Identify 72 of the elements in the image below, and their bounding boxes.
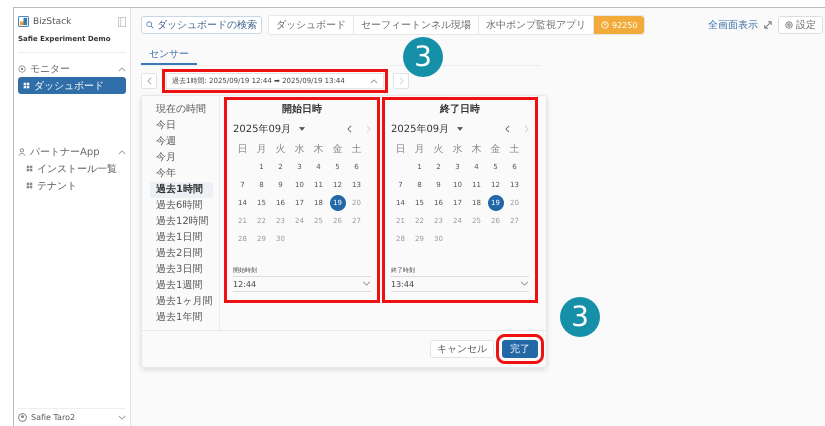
preset-option[interactable]: 過去3日間 (150, 262, 213, 278)
done-button[interactable]: 完了 (502, 340, 538, 358)
preset-option[interactable]: 今日 (150, 118, 213, 134)
preset-option[interactable]: 今月 (150, 150, 213, 166)
nav-item[interactable]: テナント (18, 177, 126, 194)
calendar-title: 開始日時 (281, 102, 323, 116)
caret-icon[interactable] (299, 127, 306, 131)
weekday-label: 金 (490, 143, 500, 156)
breadcrumb-item[interactable]: ダッシュボード (269, 16, 354, 34)
grid-icon (26, 165, 33, 172)
brand-name: BizStack (33, 16, 72, 26)
fullscreen-link[interactable]: 全画面表示 (708, 18, 758, 32)
preset-option[interactable]: 過去1時間 (150, 182, 213, 198)
grid-icon (23, 82, 30, 89)
collapse-icon[interactable] (118, 16, 126, 26)
weekday-label: 金 (332, 143, 342, 156)
section-label[interactable]: パートナーApp (30, 145, 114, 159)
caret-icon[interactable] (457, 127, 464, 131)
expand-icon[interactable] (764, 21, 772, 29)
grid-icon (26, 182, 33, 189)
preset-option[interactable]: 過去6時間 (150, 198, 213, 214)
chevron-icon (370, 78, 378, 84)
weekday-label: 木 (472, 142, 482, 156)
preset-option[interactable]: 過去1週間 (150, 278, 213, 294)
weekday-label: 日 (238, 143, 248, 156)
weekday-label: 水 (452, 142, 462, 156)
previous-button[interactable] (141, 73, 157, 89)
section-label[interactable]: モニター (30, 62, 114, 76)
weekday-label: 木 (314, 142, 324, 156)
weekday-label: 月 (256, 143, 266, 156)
weekday-label: 土 (352, 142, 362, 156)
chevron-left-icon[interactable] (347, 125, 352, 133)
preset-option[interactable]: 過去2日間 (150, 246, 213, 262)
chevron-icon[interactable] (520, 280, 529, 286)
nav-item[interactable]: ダッシュボード (18, 77, 126, 94)
preset-option[interactable]: 過去1年間 (150, 310, 213, 326)
weekday-label: 火 (434, 142, 444, 156)
chevron-right-icon (398, 77, 404, 85)
preset-option[interactable]: 現在の時間 (150, 102, 213, 118)
breadcrumb-item[interactable]: セーフィートンネル現場 (354, 16, 479, 34)
chevron-icon[interactable] (118, 415, 126, 420)
weekday-label: 月 (414, 143, 424, 156)
month-selector[interactable]: 2025年09月 (391, 122, 450, 136)
preset-option[interactable]: 過去1ヶ月間 (150, 294, 213, 310)
chevron-icon[interactable] (118, 66, 126, 72)
dashboard-search-button[interactable]: ダッシュボードの検索 (141, 16, 262, 34)
tab[interactable]: センサー (141, 45, 197, 65)
weekday-label: 水 (294, 142, 304, 156)
preset-option[interactable]: 今年 (150, 166, 213, 182)
user-name[interactable]: Safie Taro2 (31, 413, 114, 422)
chevron-left-icon[interactable] (505, 125, 510, 133)
chevron-icon[interactable] (362, 280, 371, 286)
search-icon (146, 21, 154, 29)
chevron-icon[interactable] (118, 150, 126, 154)
settings-button[interactable]: 設定 (778, 16, 823, 34)
logo-icon (18, 16, 29, 27)
month-selector[interactable]: 2025年09月 (233, 122, 292, 136)
preset-option[interactable]: 今週 (150, 134, 213, 150)
cancel-button[interactable]: キャンセル (430, 340, 494, 358)
user-icon (18, 413, 27, 422)
preset-option[interactable]: 過去1日間 (150, 230, 213, 246)
nav-item[interactable]: インストール一覧 (18, 160, 126, 177)
weekday-label: 日 (396, 143, 406, 156)
people-icon (18, 148, 26, 156)
settings-icon (785, 21, 793, 29)
weekday-label: 火 (276, 142, 286, 156)
weekday-label: 土 (510, 142, 520, 156)
monitor-icon (18, 65, 26, 73)
clock-icon (601, 21, 609, 29)
chevron-left-icon (146, 77, 152, 85)
calendar-title: 終了日時 (438, 102, 481, 116)
preset-option[interactable]: 過去12時間 (150, 214, 213, 230)
